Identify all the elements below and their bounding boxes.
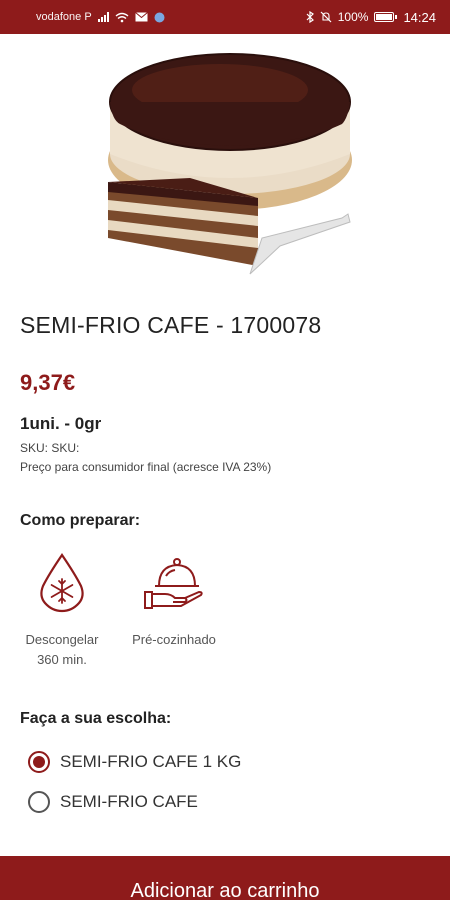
prep-precooked: Pré-cozinhado <box>122 552 226 650</box>
status-bar: vodafone P 100% 14:24 <box>0 0 450 34</box>
prepare-heading: Como preparar: <box>20 512 141 529</box>
battery-percentage: 100% <box>337 10 369 24</box>
price-note: Preço para consumidor final (acresce IVA… <box>20 460 272 474</box>
defrost-time: 360 min. <box>37 652 87 667</box>
defrost-label: Descongelar <box>25 632 99 647</box>
wifi-icon <box>115 12 129 22</box>
precooked-label: Pré-cozinhado <box>132 632 216 647</box>
choice-heading: Faça a sua escolha: <box>20 710 172 727</box>
sku-text: SKU: SKU: <box>20 441 80 455</box>
bluetooth-icon <box>306 11 314 23</box>
mail-icon <box>134 12 148 22</box>
mute-bell-icon <box>320 11 332 23</box>
product-price: 9,37€ <box>20 370 76 395</box>
clock: 14:24 <box>403 9 436 25</box>
prep-defrost: Descongelar 360 min. <box>14 552 110 670</box>
option-label: SEMI-FRIO CAFE <box>60 792 198 811</box>
add-to-cart-button[interactable]: Adicionar ao carrinho <box>0 856 450 900</box>
radio-unselected[interactable] <box>28 791 50 813</box>
unit-weight: 1uni. - 0gr <box>20 414 102 433</box>
radio-selected[interactable] <box>28 751 50 773</box>
carrier-name: vodafone P <box>36 11 92 23</box>
option-standard[interactable]: SEMI-FRIO CAFE <box>28 791 198 813</box>
cloche-serving-icon <box>144 558 203 609</box>
product-image <box>108 53 352 275</box>
product-title: SEMI-FRIO CAFE - 1700078 <box>20 312 322 338</box>
option-label: SEMI-FRIO CAFE 1 KG <box>60 752 242 771</box>
option-1kg[interactable]: SEMI-FRIO CAFE 1 KG <box>28 751 241 773</box>
messenger-icon <box>154 12 165 22</box>
battery-icon <box>374 12 398 22</box>
signal-icon <box>97 12 109 22</box>
snowflake-drop-icon <box>40 553 84 613</box>
